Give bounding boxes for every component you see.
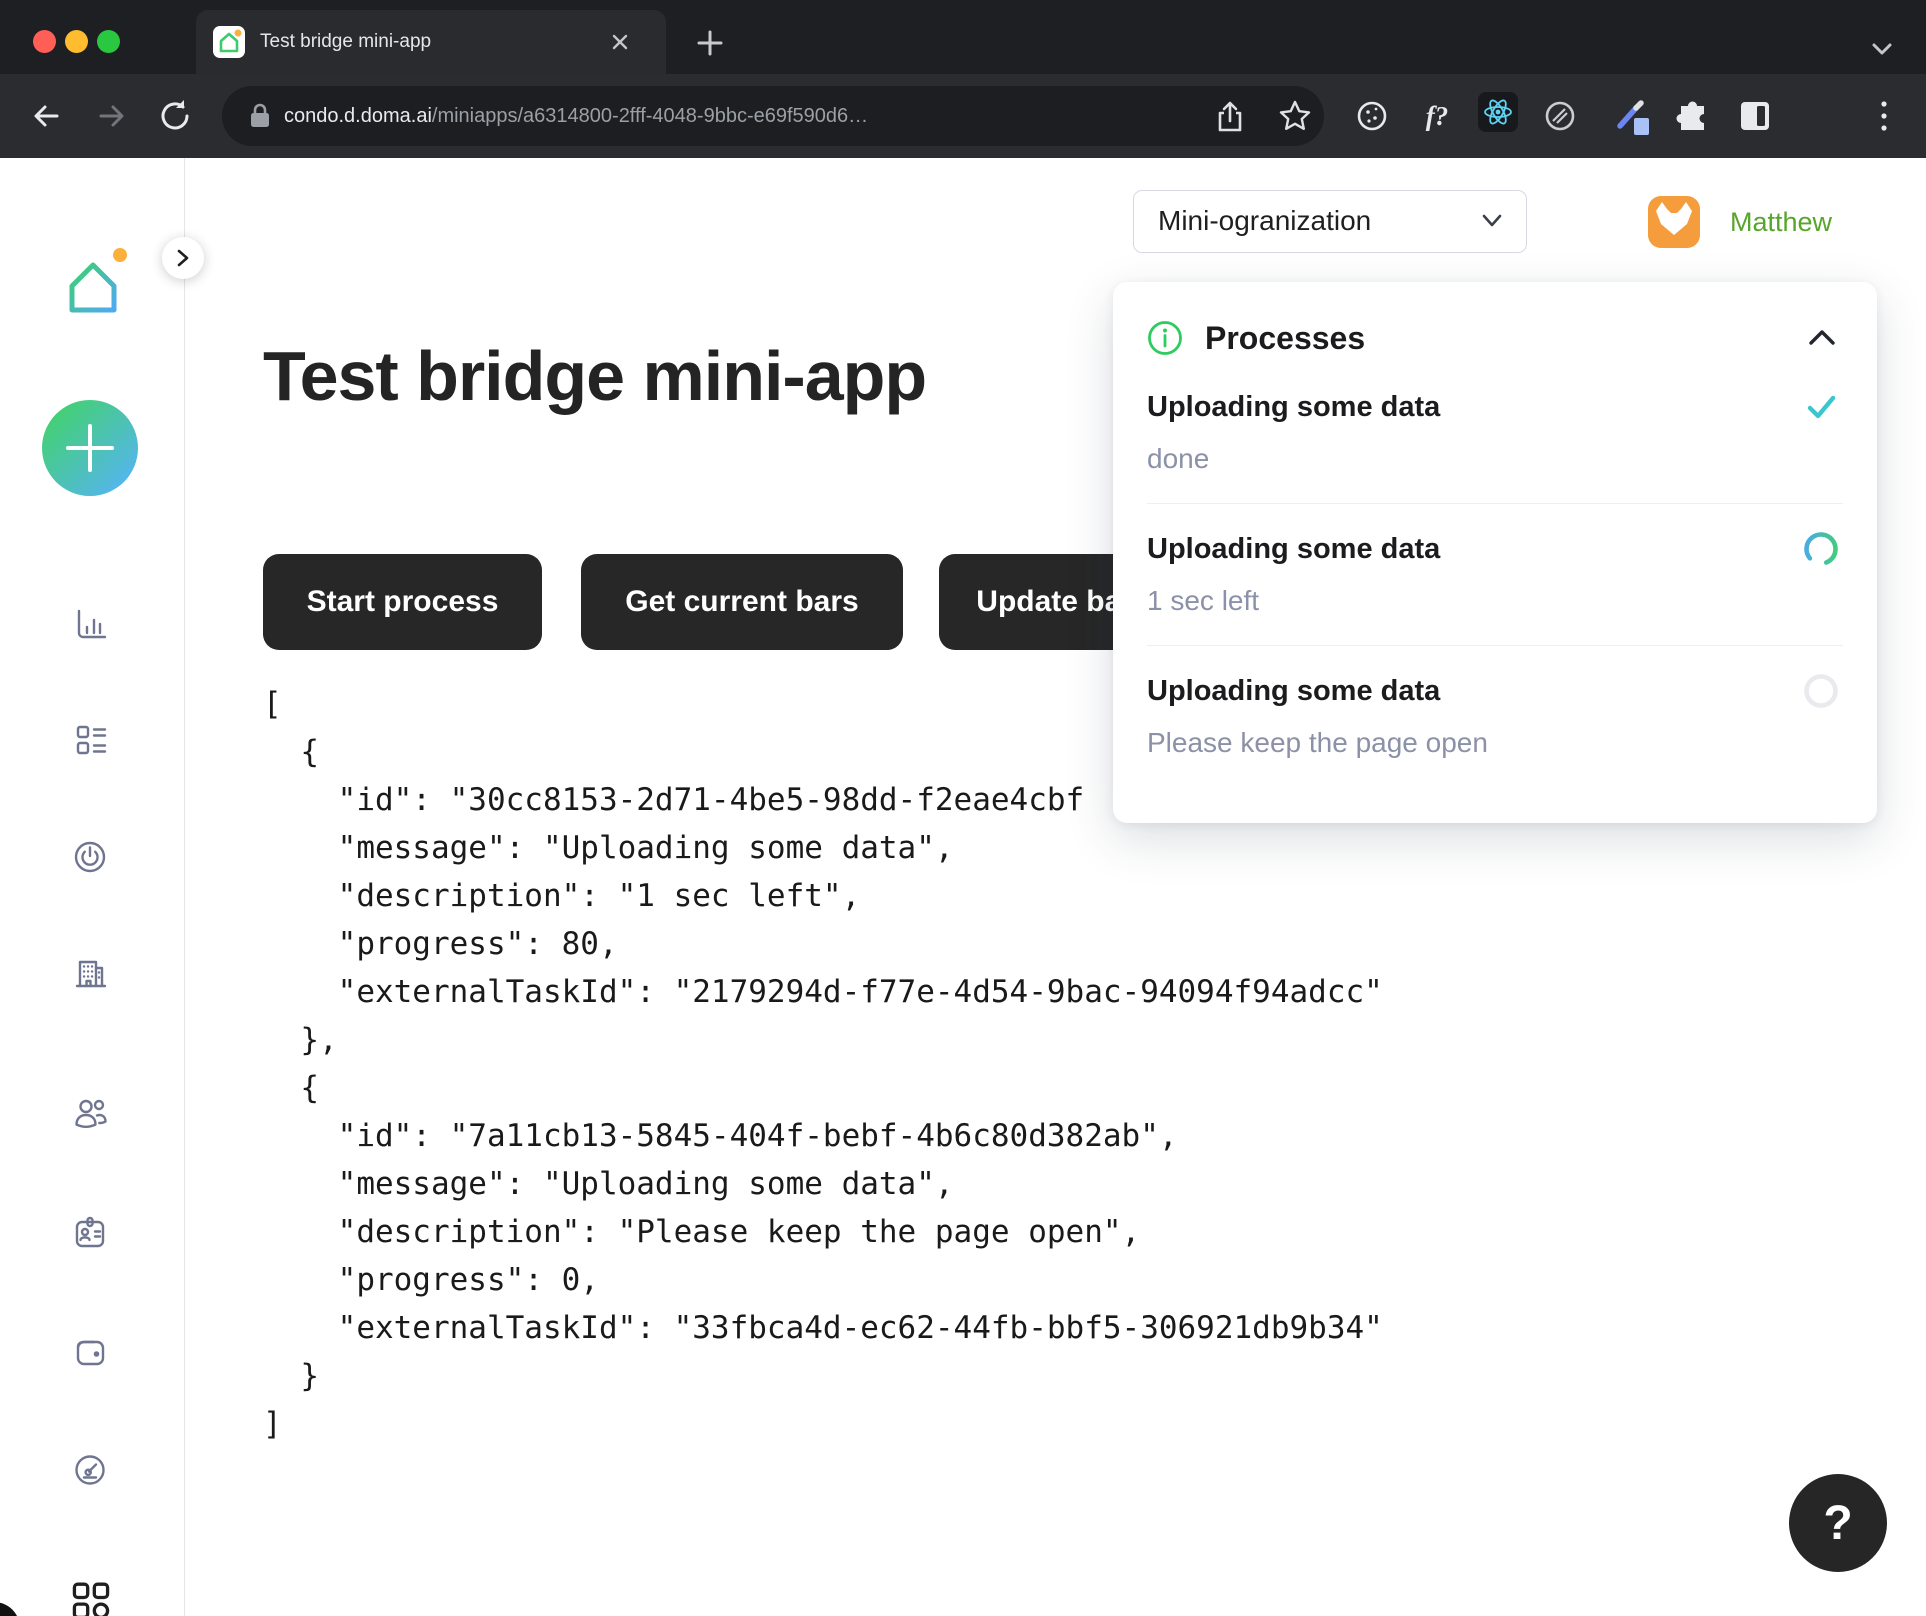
home-logo-icon[interactable] [60, 246, 130, 316]
sidebar-item-meters-power-icon[interactable] [70, 837, 110, 877]
cookie-extension-icon[interactable] [1350, 96, 1394, 136]
spinner-icon [1801, 529, 1841, 569]
tab-list-chevron-icon[interactable] [1866, 36, 1898, 62]
bookmark-star-icon[interactable] [1278, 99, 1312, 133]
browser-window: Test bridge mini-app condo.d.doma.ai/min… [0, 0, 1926, 1616]
process-item-title: Uploading some data [1147, 387, 1801, 427]
side-panel-icon[interactable] [1733, 96, 1777, 136]
code-line: "description": "1 sec left", [263, 872, 1383, 920]
corner-widget [0, 1602, 20, 1616]
tab-close-icon[interactable] [608, 30, 632, 54]
lock-icon[interactable] [248, 102, 272, 130]
process-items: Uploading some datadoneUploading some da… [1147, 362, 1843, 787]
create-new-button[interactable] [42, 400, 138, 496]
sidebar-item-settings-gauge-icon[interactable] [70, 1450, 110, 1490]
chevron-up-icon[interactable] [1805, 326, 1839, 350]
processes-popup-header: Processes [1147, 314, 1843, 362]
start-process-button[interactable]: Start process [263, 554, 542, 650]
tab-title: Test bridge mini-app [260, 10, 431, 74]
sidebar-item-residents-users-icon[interactable] [70, 1094, 110, 1134]
get-current-bars-button[interactable]: Get current bars [581, 554, 903, 650]
new-tab-button[interactable] [690, 23, 730, 63]
url-bar[interactable]: condo.d.doma.ai/miniapps/a6314800-2fff-4… [222, 86, 1324, 146]
code-line: "description": "Please keep the page ope… [263, 1208, 1383, 1256]
react-devtools-icon[interactable] [1478, 92, 1518, 132]
reload-icon[interactable] [154, 96, 198, 136]
url-text: condo.d.doma.ai/miniapps/a6314800-2fff-4… [284, 86, 868, 146]
browser-titlebar: Test bridge mini-app [0, 0, 1926, 74]
sidebar-expand-button[interactable] [162, 237, 204, 279]
function-extension-icon[interactable]: f? [1415, 96, 1459, 136]
page-title: Test bridge mini-app [263, 336, 926, 416]
organization-select-value: Mini-ogranization [1158, 191, 1371, 251]
sidebar [0, 158, 185, 1616]
browser-toolbar: condo.d.doma.ai/miniapps/a6314800-2fff-4… [0, 74, 1926, 158]
browser-tab[interactable]: Test bridge mini-app [196, 10, 666, 74]
user-name: Matthew [1730, 196, 1832, 248]
process-item-title: Uploading some data [1147, 529, 1801, 569]
help-button[interactable]: ? [1789, 1474, 1887, 1572]
sidebar-item-properties-building-icon[interactable] [70, 953, 110, 993]
sidebar-item-reports-chart-icon[interactable] [70, 604, 110, 644]
sidebar-item-billing-wallet-icon[interactable] [70, 1332, 110, 1372]
process-item: Uploading some data 1 sec left [1147, 503, 1843, 645]
processes-popup-title: Processes [1205, 320, 1805, 357]
share-icon[interactable] [1214, 100, 1246, 134]
app-page: Mini-ogranization Matthew Test bridge mi… [0, 158, 1926, 1616]
back-icon[interactable] [24, 96, 68, 136]
check-icon [1801, 387, 1841, 427]
code-line: "message": "Uploading some data", [263, 824, 1383, 872]
minimize-window-button[interactable] [65, 30, 88, 53]
tab-favicon [213, 26, 245, 58]
process-item-title: Uploading some data [1147, 671, 1801, 711]
code-line: "id": "7a11cb13-5845-404f-bebf-4b6c80d38… [263, 1112, 1383, 1160]
close-window-button[interactable] [33, 30, 56, 53]
url-domain: condo.d.doma.ai [284, 105, 432, 127]
code-line: } [263, 1352, 1383, 1400]
chevron-down-icon [1480, 212, 1504, 230]
code-line: ] [263, 1400, 1383, 1448]
process-item: Uploading some data Please keep the page … [1147, 645, 1843, 787]
color-picker-extension-icon[interactable] [1612, 96, 1656, 136]
user-avatar [1648, 196, 1700, 248]
kebab-menu-icon[interactable] [1862, 96, 1906, 136]
forward-icon[interactable] [90, 96, 134, 136]
code-line: "progress": 0, [263, 1256, 1383, 1304]
process-status-icon [1801, 387, 1841, 427]
code-line: "externalTaskId": "2179294d-f77e-4d54-9b… [263, 968, 1383, 1016]
process-item-description: done [1147, 439, 1843, 479]
code-line: "externalTaskId": "33fbca4d-ec62-44fb-bb… [263, 1304, 1383, 1352]
process-item-description: Please keep the page open [1147, 723, 1843, 763]
processes-popup: Processes Uploading some datadoneUploadi… [1113, 282, 1877, 823]
code-line: "progress": 80, [263, 920, 1383, 968]
url-path: /miniapps/a6314800-2fff-4048-9bbc-e69f59… [432, 105, 868, 127]
ruler-extension-icon[interactable] [1538, 96, 1582, 136]
sidebar-item-tasks-list-icon[interactable] [70, 720, 110, 760]
process-status-icon [1801, 671, 1841, 711]
process-item: Uploading some data done [1147, 362, 1843, 503]
code-line: { [263, 1064, 1383, 1112]
process-status-icon [1801, 529, 1841, 569]
code-line: }, [263, 1016, 1383, 1064]
pending-circle-icon [1801, 671, 1841, 711]
sidebar-item-employees-badge-icon[interactable] [70, 1213, 110, 1253]
code-line: "message": "Uploading some data", [263, 1160, 1383, 1208]
fullscreen-window-button[interactable] [97, 30, 120, 53]
process-item-description: 1 sec left [1147, 581, 1843, 621]
info-icon [1147, 320, 1183, 356]
organization-select[interactable]: Mini-ogranization [1133, 190, 1527, 253]
extensions-puzzle-icon[interactable] [1670, 96, 1714, 136]
sidebar-item-miniapps-grid-icon[interactable] [70, 1582, 112, 1616]
